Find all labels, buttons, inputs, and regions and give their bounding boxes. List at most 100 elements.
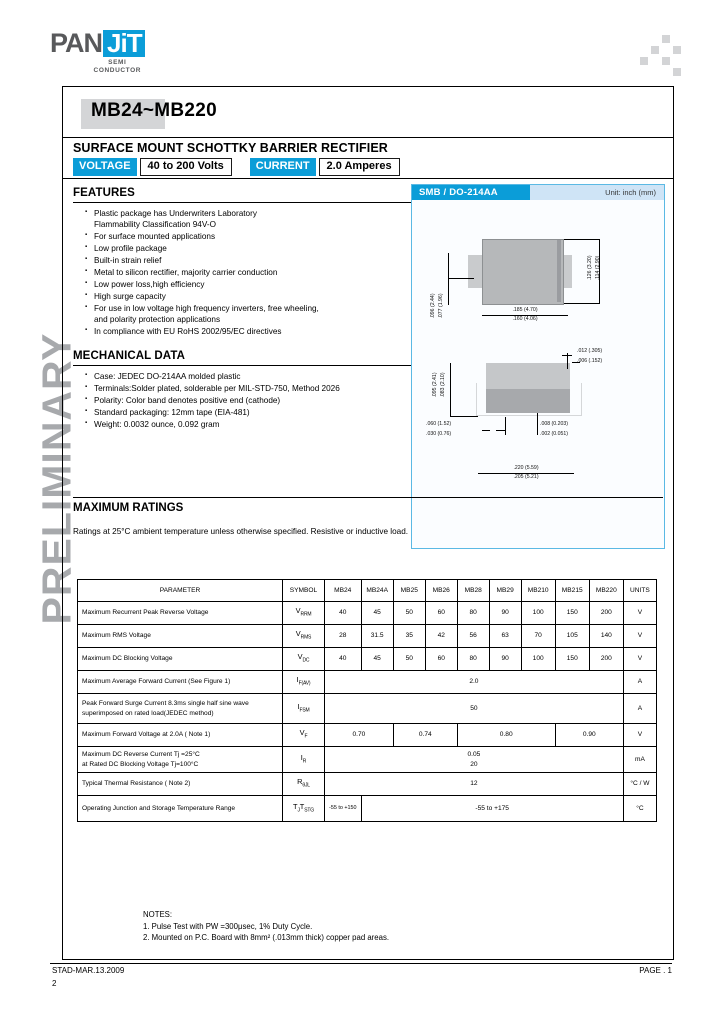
row-value-merged: -55 to +175 [360, 795, 624, 822]
row-value-first: -55 to +150 [323, 795, 362, 822]
row-units: °C / W [622, 772, 658, 796]
row-value: 50 [392, 601, 426, 625]
logo-text-jit: JiT [103, 29, 145, 57]
top-view-cathode-band [557, 240, 561, 302]
company-logo: PAN JiT SEMI CONDUCTOR [50, 29, 145, 74]
note-item: 1. Pulse Test with PW =300μsec, 1% Duty … [143, 922, 313, 931]
row-symbol: VRMS [281, 624, 325, 648]
features-heading: FEATURES [73, 187, 135, 199]
row-value-line1: 0.05 [467, 751, 481, 759]
side-view-lead-dim2: .030 (0.76) [426, 431, 480, 437]
row-parameter: Operating Junction and Storage Temperatu… [77, 795, 283, 822]
mechanical-heading: MECHANICAL DATA [73, 350, 186, 363]
row-value: 60 [424, 601, 458, 625]
row-parameter: Maximum RMS Voltage [77, 624, 283, 648]
list-item: For surface mounted applications [85, 230, 413, 242]
table-row: Maximum DC Reverse Current Tj =25°C at R… [77, 746, 658, 773]
dim-value: .185 (4.70) [512, 307, 538, 313]
row-value: 100 [520, 647, 556, 671]
row-parameter: Maximum Forward Voltage at 2.0A ( Note 1… [77, 723, 283, 747]
logo-wordmark: PAN JiT [50, 29, 145, 57]
list-item: Case: JEDEC DO-214AA molded plastic [85, 370, 413, 382]
dim-line [482, 430, 490, 431]
table-row: Maximum Forward Voltage at 2.0A ( Note 1… [77, 723, 658, 747]
mechanical-data-section: MECHANICAL DATA Case: JEDEC DO-214AA mol… [73, 350, 413, 430]
col-symbol: SYMBOL [281, 579, 325, 602]
row-value: 90 [488, 647, 522, 671]
features-divider [73, 202, 413, 203]
list-item: High surge capacity [85, 290, 413, 302]
current-badge-value: 2.0 Amperes [318, 158, 400, 176]
symbol-sub: F [304, 733, 308, 740]
row-parameter: Typical Thermal Resistance ( Note 2) [77, 772, 283, 796]
row-value: 42 [424, 624, 458, 648]
table-header-row: PARAMETER SYMBOL MB24 MB24A MB25 MB26 MB… [77, 579, 658, 602]
row-value: 50 [392, 647, 426, 671]
part-number-title: MB24~MB220 [91, 100, 218, 121]
row-units: V [622, 601, 658, 625]
list-item: Standard packaging: 12mm tape (EIA-481) [85, 406, 413, 418]
row-value-group: 0.80 [456, 723, 556, 747]
row-value-merged: 50 [323, 693, 624, 724]
ratings-conditions-note: Ratings at 25°C ambient temperature unle… [73, 527, 409, 536]
dim-line [564, 303, 600, 304]
row-parameter: Maximum DC Blocking Voltage [77, 647, 283, 671]
row-value: 80 [456, 647, 490, 671]
row-value-merged: 12 [323, 772, 624, 796]
package-unit-note: Unit: inch (mm) [605, 188, 656, 197]
col-mb220: MB220 [588, 579, 624, 602]
table-row: Maximum RMS Voltage VRMS 28 31.5 35 42 5… [77, 624, 658, 648]
row-units: V [622, 647, 658, 671]
top-view-width-dim2: .160 (4.06) [490, 316, 560, 322]
table-row: Maximum Recurrent Peak Reverse Voltage V… [77, 601, 658, 625]
col-mb24: MB24 [323, 579, 362, 602]
features-list: Plastic package has Underwriters Laborat… [73, 207, 413, 337]
row-symbol: TJTSTG [281, 795, 325, 822]
top-view-lead-dim2: .077 (1.96) [438, 279, 444, 333]
symbol-sub: DC [302, 657, 310, 664]
row-units: mA [622, 746, 658, 773]
list-item: Polarity: Color band denotes positive en… [85, 394, 413, 406]
footer-revision: STAD-MAR.13.2009 [52, 966, 125, 975]
dim-value: .030 (0.76) [426, 431, 452, 437]
symbol-sub: θJL [302, 782, 310, 789]
footer-number: 2 [52, 979, 57, 988]
side-view-lead-frame [476, 383, 582, 416]
notes-heading: NOTES: [143, 910, 173, 919]
package-title: SMB / DO-214AA [412, 185, 530, 200]
dim-value: .077 (1.96) [438, 293, 444, 319]
row-value: 35 [392, 624, 426, 648]
header-divider [63, 178, 673, 179]
list-item: Low power loss,high efficiency [85, 278, 413, 290]
spec-badges: VOLTAGE 40 to 200 Volts CURRENT 2.0 Ampe… [73, 158, 400, 176]
dim-value: .008 (0.203) [540, 421, 568, 427]
row-symbol: IFSM [281, 693, 325, 724]
list-item: Built-in strain relief [85, 254, 413, 266]
col-mb210: MB210 [520, 579, 556, 602]
row-symbol: VRRM [281, 601, 325, 625]
logo-subtext-conductor: CONDUCTOR [93, 67, 142, 74]
badge-spacer [232, 158, 250, 176]
col-mb28: MB28 [456, 579, 490, 602]
top-view-height-dim2: .114 (2.90) [595, 241, 601, 295]
table-row: Peak Forward Surge Current 8.3ms single … [77, 693, 658, 724]
side-view-foot-dim: .008 (0.203) [540, 421, 598, 427]
list-item: Plastic package has Underwriters Laborat… [85, 207, 413, 231]
dim-line [450, 363, 451, 417]
col-mb29: MB29 [488, 579, 522, 602]
side-view-thickness-dim: .012 (.305) [577, 348, 633, 354]
side-view-height-dim: .095 (2.41) [432, 360, 438, 410]
row-units: A [622, 670, 658, 694]
feature-text-cont: and polarity protection applications [94, 315, 221, 325]
side-view-lead-dim: .060 (1.52) [426, 421, 480, 427]
row-symbol: VDC [281, 647, 325, 671]
row-value: 40 [323, 647, 362, 671]
left-content-column: FEATURES Plastic package has Underwriter… [73, 187, 413, 431]
dim-value: .096 (2.44) [430, 293, 436, 319]
dim-line [496, 430, 505, 431]
dim-line [450, 416, 478, 417]
symbol-sub: RRM [300, 611, 312, 618]
top-view-body [482, 239, 564, 305]
row-value: 56 [456, 624, 490, 648]
symbol-sub: F(AV) [298, 680, 311, 687]
